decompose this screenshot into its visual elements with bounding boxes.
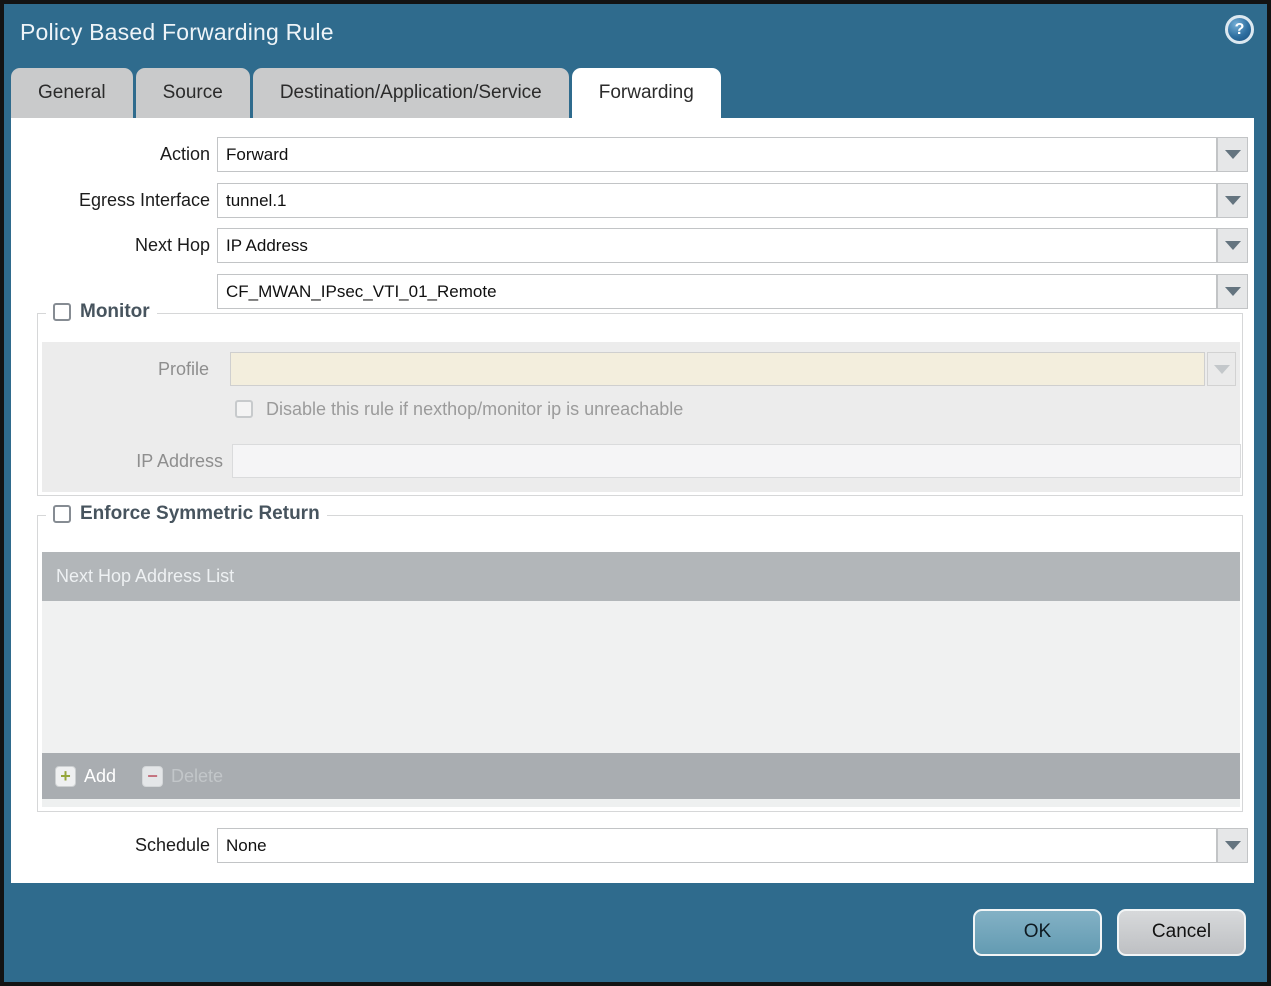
chevron-down-icon — [1224, 287, 1241, 296]
delete-icon: − — [142, 765, 164, 787]
dialog-title: Policy Based Forwarding Rule — [20, 19, 334, 45]
egress-interface-input[interactable] — [217, 183, 1217, 218]
table-toolbar: + Add − Delete — [42, 753, 1240, 799]
next-hop-address-table: Next Hop Address List + Add − Delete — [42, 552, 1240, 807]
forwarding-tab-panel: Action Egress Interface Next Hop Monitor… — [11, 118, 1254, 883]
tab-destination-application-service[interactable]: Destination/Application/Service — [252, 68, 569, 118]
action-label: Action — [159, 144, 210, 164]
enforce-symmetric-return-label: Enforce Symmetric Return — [80, 503, 320, 524]
monitor-group: Monitor Profile Disable this rule if nex… — [37, 301, 1243, 496]
monitor-ip-address-label: IP Address — [136, 451, 223, 471]
tab-general[interactable]: General — [11, 68, 133, 118]
monitor-ip-address-input — [232, 444, 1241, 478]
action-input[interactable] — [217, 137, 1217, 172]
enforce-symmetric-return-header: Enforce Symmetric Return — [46, 503, 327, 525]
tab-forwarding[interactable]: Forwarding — [571, 68, 721, 118]
schedule-input[interactable] — [217, 828, 1217, 863]
delete-button: − Delete — [142, 765, 224, 787]
tab-bar: General Source Destination/Application/S… — [11, 68, 721, 118]
pbf-rule-dialog: Policy Based Forwarding Rule ? General S… — [0, 0, 1271, 986]
monitor-panel: Profile Disable this rule if nexthop/mon… — [42, 342, 1241, 492]
chevron-down-icon — [1224, 241, 1241, 250]
chevron-down-icon — [1224, 150, 1241, 159]
monitor-group-header: Monitor — [46, 301, 157, 323]
disable-rule-checkbox — [235, 400, 253, 418]
chevron-down-icon — [1213, 364, 1230, 374]
disable-rule-label: Disable this rule if nexthop/monitor ip … — [266, 399, 684, 419]
next-hop-address-input[interactable] — [217, 274, 1217, 309]
table-body — [42, 601, 1240, 753]
dialog-footer: OK Cancel — [4, 882, 1267, 982]
egress-interface-dropdown-button[interactable] — [1217, 183, 1248, 218]
egress-interface-label: Egress Interface — [78, 190, 210, 210]
next-hop-label: Next Hop — [134, 235, 210, 255]
table-column-header: Next Hop Address List — [42, 552, 1240, 601]
enforce-symmetric-return-checkbox[interactable] — [53, 505, 71, 523]
add-button[interactable]: + Add — [55, 765, 117, 787]
next-hop-type-input[interactable] — [217, 228, 1217, 263]
chevron-down-icon — [1224, 841, 1241, 850]
help-icon[interactable]: ? — [1225, 15, 1254, 44]
profile-label: Profile — [157, 359, 209, 379]
chevron-down-icon — [1224, 196, 1241, 205]
cancel-button[interactable]: Cancel — [1117, 908, 1246, 956]
help-glyph: ? — [1234, 20, 1245, 38]
ok-button[interactable]: OK — [973, 908, 1102, 956]
action-dropdown-button[interactable] — [1217, 137, 1248, 172]
schedule-label: Schedule — [134, 835, 210, 855]
add-icon: + — [55, 765, 76, 787]
add-button-label: Add — [84, 765, 117, 786]
next-hop-address-dropdown-button[interactable] — [1217, 274, 1248, 309]
tab-source[interactable]: Source — [135, 68, 250, 118]
monitor-profile-dropdown-button — [1207, 352, 1236, 386]
enforce-symmetric-return-group: Enforce Symmetric Return Next Hop Addres… — [37, 503, 1243, 812]
delete-button-label: Delete — [171, 765, 224, 786]
title-bar: Policy Based Forwarding Rule ? — [4, 4, 1267, 64]
next-hop-type-dropdown-button[interactable] — [1217, 228, 1248, 263]
table-scrollbar-track — [42, 799, 1240, 807]
monitor-checkbox[interactable] — [53, 303, 71, 321]
monitor-label: Monitor — [80, 301, 150, 322]
monitor-profile-input — [230, 352, 1205, 386]
schedule-dropdown-button[interactable] — [1217, 828, 1248, 863]
